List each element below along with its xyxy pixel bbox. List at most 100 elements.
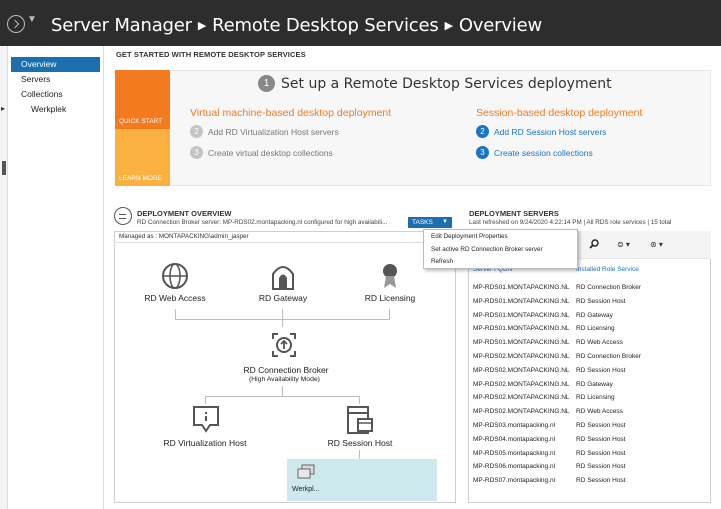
column-header-role-service[interactable]: Installed Role Service [576, 266, 639, 273]
server-fqdn-cell: MP-RDS02.MONTAPACKING.NL [473, 394, 570, 402]
table-row[interactable]: MP-RDS01.MONTAPACKING.NL RD Gateway [473, 312, 703, 326]
role-service-cell: RD Session Host [576, 477, 626, 485]
breadcrumb-separator-icon: ▶ [197, 19, 207, 32]
server-fqdn-cell: MP-RDS01.MONTAPACKING.NL [473, 339, 570, 347]
expand-arrow-icon[interactable]: ▸ [1, 104, 5, 113]
add-session-host-label: Add RD Session Host servers [494, 126, 607, 137]
tasks-label: TASKS [412, 219, 433, 226]
step-number-badge: 1 [258, 75, 275, 93]
table-row[interactable]: MP-RDS04.montapacking.nl RD Session Host [473, 436, 703, 450]
server-fqdn-cell: MP-RDS01.MONTAPACKING.NL [473, 297, 570, 305]
virtualization-host-icon[interactable] [192, 405, 220, 433]
table-row[interactable]: MP-RDS01.MONTAPACKING.NL RD Licensing [473, 325, 703, 339]
web-access-label[interactable]: RD Web Access [142, 293, 208, 303]
session-host-label[interactable]: RD Session Host [315, 438, 405, 448]
breadcrumb-remote-desktop-services[interactable]: Remote Desktop Services [212, 15, 439, 36]
table-row[interactable]: MP-RDS01.MONTAPACKING.NL RD Connection Br… [473, 284, 703, 298]
role-service-cell: RD Web Access [576, 339, 623, 347]
role-service-cell: RD Licensing [576, 394, 615, 402]
menu-item-refresh[interactable]: Refresh [431, 258, 453, 265]
collection-icon [297, 464, 315, 479]
virtualization-host-label[interactable]: RD Virtualization Host [155, 438, 255, 448]
create-session-collections-link[interactable]: 3 Create session collections [476, 146, 593, 159]
role-service-cell: RD Session Host [576, 366, 626, 374]
role-service-cell: RD Web Access [576, 408, 623, 416]
session-host-icon[interactable] [346, 405, 374, 435]
learn-more-tab[interactable]: LEARN MORE [115, 129, 170, 186]
role-service-cell: RD Licensing [576, 325, 615, 333]
connector-line [205, 396, 206, 404]
role-service-cell: RD Gateway [576, 311, 613, 319]
gateway-icon[interactable] [270, 262, 296, 290]
server-fqdn-cell: MP-RDS01.MONTAPACKING.NL [473, 311, 570, 319]
create-session-collections-label: Create session collections [494, 147, 593, 158]
add-virtualization-host-step[interactable]: 2 Add RD Virtualization Host servers [190, 125, 339, 138]
role-service-cell: RD Connection Broker [576, 353, 642, 360]
breadcrumb-separator-icon: ▶ [444, 19, 453, 32]
connection-broker-label[interactable]: RD Connection Broker [236, 365, 336, 375]
sidebar-item-werkplek[interactable]: Werkplek [11, 102, 100, 117]
breadcrumb-server-manager[interactable]: Server Manager [51, 15, 192, 36]
sidebar-nav: Overview Servers Collections Werkplek [8, 46, 104, 509]
quick-start-tab[interactable]: QUICK START [115, 70, 170, 129]
list-options-button[interactable]: ⊜ ▾ [617, 240, 630, 249]
get-started-heading: GET STARTED WITH REMOTE DESKTOP SERVICES [116, 50, 306, 59]
table-row[interactable]: MP-RDS01.MONTAPACKING.NL RD Session Host [473, 298, 703, 312]
server-fqdn-cell: MP-RDS05.montapacking.nl [473, 449, 556, 457]
table-row[interactable]: MP-RDS02.MONTAPACKING.NL RD Session Host [473, 367, 703, 381]
breadcrumb: Server Manager ▶ Remote Desktop Services ▶ O… [51, 15, 542, 36]
pane-marker [2, 161, 6, 175]
role-service-cell: RD Connection Broker [576, 284, 642, 291]
collection-tile-label: Werkpl... [292, 486, 320, 493]
sidebar-item-collections[interactable]: Collections [11, 87, 100, 102]
quick-start-label: QUICK START [119, 118, 163, 125]
connection-broker-icon[interactable] [270, 331, 298, 359]
search-icon[interactable] [589, 239, 599, 249]
add-virtualization-host-label: Add RD Virtualization Host servers [208, 126, 339, 137]
menu-item-edit-properties[interactable]: Edit Deployment Properties [431, 233, 508, 240]
server-fqdn-cell: MP-RDS06.montapacking.nl [473, 463, 556, 471]
step-number-badge: 3 [476, 146, 489, 159]
role-service-cell: RD Gateway [576, 380, 613, 388]
saved-queries-button[interactable]: ⊛ ▾ [650, 240, 663, 249]
table-row[interactable]: MP-RDS02.MONTAPACKING.NL RD Licensing [473, 394, 703, 408]
menu-item-set-active-broker[interactable]: Set active RD Connection Broker server [431, 246, 543, 253]
connector-line [389, 309, 390, 319]
left-collapsed-pane: ▸ [0, 46, 8, 509]
table-row[interactable]: MP-RDS02.MONTAPACKING.NL RD Gateway [473, 381, 703, 395]
session-deployment-heading: Session-based desktop deployment [476, 107, 643, 119]
table-row[interactable]: MP-RDS01.MONTAPACKING.NL RD Web Access [473, 339, 703, 353]
learn-more-label: LEARN MORE [119, 175, 162, 182]
role-service-cell: RD Session Host [576, 463, 626, 471]
back-forward-icon[interactable] [7, 15, 25, 33]
table-row[interactable]: MP-RDS02.MONTAPACKING.NL RD Web Access [473, 408, 703, 422]
table-row[interactable]: MP-RDS07.montapacking.nl RD Session Host [473, 477, 703, 491]
table-row[interactable]: MP-RDS06.montapacking.nl RD Session Host [473, 463, 703, 477]
chevron-down-icon: ▼ [442, 219, 448, 225]
add-session-host-link[interactable]: 2 Add RD Session Host servers [476, 125, 606, 138]
server-fqdn-cell: MP-RDS02.MONTAPACKING.NL [473, 353, 570, 360]
create-virtual-collections-step[interactable]: 3 Create virtual desktop collections [190, 146, 333, 159]
create-virtual-collections-label: Create virtual desktop collections [208, 147, 333, 158]
sidebar-item-overview[interactable]: Overview [11, 57, 100, 72]
role-service-cell: RD Session Host [576, 297, 626, 305]
sidebar-item-servers[interactable]: Servers [11, 72, 100, 87]
licensing-icon[interactable] [380, 262, 400, 290]
role-service-cell: RD Session Host [576, 422, 626, 429]
table-row[interactable]: MP-RDS05.montapacking.nl RD Session Host [473, 450, 703, 464]
step-number-badge: 2 [190, 125, 203, 138]
collection-tile-werkplek[interactable]: Werkpl... [287, 459, 437, 501]
gateway-label[interactable]: RD Gateway [250, 293, 316, 303]
connector-line [282, 386, 283, 396]
setup-deployment-step[interactable]: 1 Set up a Remote Desktop Services deploy… [258, 75, 612, 93]
web-access-icon[interactable] [161, 262, 189, 290]
licensing-label[interactable]: RD Licensing [357, 293, 423, 303]
nav-dropdown-icon[interactable]: ▼ [27, 14, 37, 25]
connector-line [359, 396, 360, 404]
role-service-cell: RD Session Host [576, 449, 626, 457]
role-service-cell: RD Session Host [576, 435, 626, 443]
tasks-button[interactable]: TASKS ▼ [408, 217, 452, 228]
server-fqdn-cell: MP-RDS02.MONTAPACKING.NL [473, 408, 570, 416]
table-row[interactable]: MP-RDS03.montapacking.nl RD Session Host [473, 422, 703, 436]
table-row[interactable]: MP-RDS02.MONTAPACKING.NL RD Connection Br… [473, 353, 703, 367]
